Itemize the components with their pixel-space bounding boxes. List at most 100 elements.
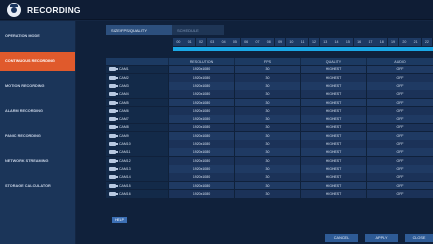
camera-cell[interactable]: CAM14 — [106, 173, 168, 182]
resolution-cell[interactable]: 1920x1080 — [168, 156, 234, 165]
quality-cell[interactable]: HIGHEST — [300, 173, 366, 182]
tab-size-fps-quality[interactable]: SIZE/FPS/QUALITY — [106, 25, 172, 35]
quality-cell[interactable]: HIGHEST — [300, 106, 366, 115]
sidebar-item-motion-recording[interactable]: MOTION RECORDING — [0, 77, 75, 97]
hour-cell[interactable]: 16 — [353, 38, 365, 46]
sidebar-item-operation-mode[interactable]: OPERATION MODE — [0, 27, 75, 47]
schedule-bar[interactable] — [173, 47, 433, 51]
close-button[interactable]: CLOSE — [405, 233, 433, 242]
camera-cell[interactable]: CAM2 — [106, 73, 168, 82]
hour-cell[interactable]: 14 — [331, 38, 342, 46]
quality-cell[interactable]: HIGHEST — [300, 82, 366, 90]
fps-cell[interactable]: 30 — [234, 65, 300, 74]
fps-cell[interactable]: 30 — [234, 131, 300, 140]
camera-cell[interactable]: CAM12 — [106, 156, 168, 165]
camera-cell[interactable]: CAM13 — [106, 165, 168, 173]
hour-cell[interactable]: 13 — [319, 38, 331, 46]
resolution-cell[interactable]: 1920x1080 — [168, 123, 234, 132]
camera-cell[interactable]: CAM8 — [106, 123, 168, 132]
camera-cell[interactable]: CAM15 — [106, 181, 168, 190]
camera-cell[interactable]: CAM9 — [106, 131, 168, 140]
fps-cell[interactable]: 30 — [234, 106, 300, 115]
resolution-cell[interactable]: 1920x1080 — [168, 73, 234, 82]
sidebar-item-storage-calculator[interactable]: STORAGE CALCULATOR — [0, 177, 75, 197]
audio-cell[interactable]: OFF — [366, 90, 433, 99]
fps-cell[interactable]: 30 — [234, 73, 300, 82]
audio-cell[interactable]: OFF — [366, 165, 433, 173]
resolution-cell[interactable]: 1920x1080 — [168, 98, 234, 107]
quality-cell[interactable]: HIGHEST — [300, 181, 366, 190]
fps-cell[interactable]: 30 — [234, 115, 300, 124]
sidebar-item-alarm-recording[interactable]: ALARM RECORDING — [0, 102, 75, 122]
apply-button[interactable]: APPLY — [365, 233, 398, 242]
camera-cell[interactable]: CAM3 — [106, 82, 168, 90]
quality-cell[interactable]: HIGHEST — [300, 131, 366, 140]
help-button[interactable]: HELP — [112, 217, 127, 223]
camera-cell[interactable]: CAM5 — [106, 98, 168, 107]
cancel-button[interactable]: CANCEL — [325, 233, 358, 242]
hour-cell[interactable]: 03 — [206, 38, 218, 46]
audio-cell[interactable]: OFF — [366, 156, 433, 165]
hour-cell[interactable]: 19 — [387, 38, 399, 46]
camera-cell[interactable]: CAM1 — [106, 65, 168, 74]
audio-cell[interactable]: OFF — [366, 98, 433, 107]
hour-cell[interactable]: 10 — [285, 38, 297, 46]
quality-cell[interactable]: HIGHEST — [300, 123, 366, 132]
hour-cell[interactable]: 18 — [376, 38, 388, 46]
hour-cell[interactable]: 05 — [229, 38, 241, 46]
fps-cell[interactable]: 30 — [234, 82, 300, 90]
fps-cell[interactable]: 30 — [234, 123, 300, 132]
quality-cell[interactable]: HIGHEST — [300, 165, 366, 173]
hour-cell[interactable]: 00 — [173, 38, 184, 46]
camera-cell[interactable]: CAM10 — [106, 140, 168, 148]
fps-cell[interactable]: 30 — [234, 90, 300, 99]
audio-cell[interactable]: OFF — [366, 181, 433, 190]
resolution-cell[interactable]: 1920x1080 — [168, 140, 234, 148]
hour-cell[interactable]: 06 — [240, 38, 252, 46]
fps-cell[interactable]: 30 — [234, 173, 300, 182]
audio-cell[interactable]: OFF — [366, 148, 433, 157]
tab-schedule[interactable]: SCHEDULE — [172, 25, 224, 35]
camera-cell[interactable]: CAM16 — [106, 189, 168, 198]
resolution-cell[interactable]: 1920x1080 — [168, 181, 234, 190]
hour-cell[interactable]: 09 — [274, 38, 286, 46]
sidebar-item-panic-recording[interactable]: PANIC RECORDING — [0, 127, 75, 147]
audio-cell[interactable]: OFF — [366, 115, 433, 124]
fps-cell[interactable]: 30 — [234, 189, 300, 198]
quality-cell[interactable]: HIGHEST — [300, 148, 366, 157]
resolution-cell[interactable]: 1920x1080 — [168, 165, 234, 173]
resolution-cell[interactable]: 1920x1080 — [168, 65, 234, 74]
hour-cell[interactable]: 12 — [308, 38, 320, 46]
hour-cell[interactable]: 15 — [342, 38, 354, 46]
hour-cell[interactable]: 22 — [421, 38, 433, 46]
camera-cell[interactable]: CAM11 — [106, 148, 168, 157]
fps-cell[interactable]: 30 — [234, 156, 300, 165]
hour-cell[interactable]: 04 — [218, 38, 229, 46]
resolution-cell[interactable]: 1920x1080 — [168, 82, 234, 90]
hour-cell[interactable]: 07 — [252, 38, 263, 46]
audio-cell[interactable]: OFF — [366, 173, 433, 182]
audio-cell[interactable]: OFF — [366, 131, 433, 140]
camera-cell[interactable]: CAM6 — [106, 106, 168, 115]
fps-cell[interactable]: 30 — [234, 140, 300, 148]
quality-cell[interactable]: HIGHEST — [300, 65, 366, 74]
fps-cell[interactable]: 30 — [234, 98, 300, 107]
hour-cell[interactable]: 01 — [184, 38, 196, 46]
hour-cell[interactable]: 20 — [398, 38, 410, 46]
resolution-cell[interactable]: 1920x1080 — [168, 173, 234, 182]
sidebar-item-continuous-recording[interactable]: CONTINUOUS RECORDING — [0, 51, 75, 71]
audio-cell[interactable]: OFF — [366, 106, 433, 115]
quality-cell[interactable]: HIGHEST — [300, 90, 366, 99]
resolution-cell[interactable]: 1920x1080 — [168, 106, 234, 115]
hour-cell[interactable]: 21 — [410, 38, 422, 46]
quality-cell[interactable]: HIGHEST — [300, 98, 366, 107]
audio-cell[interactable]: OFF — [366, 189, 433, 198]
fps-cell[interactable]: 30 — [234, 181, 300, 190]
hour-cell[interactable]: 11 — [297, 38, 309, 46]
audio-cell[interactable]: OFF — [366, 123, 433, 132]
hour-cell[interactable]: 17 — [365, 38, 376, 46]
resolution-cell[interactable]: 1920x1080 — [168, 189, 234, 198]
audio-cell[interactable]: OFF — [366, 73, 433, 82]
resolution-cell[interactable]: 1920x1080 — [168, 148, 234, 157]
fps-cell[interactable]: 30 — [234, 148, 300, 157]
